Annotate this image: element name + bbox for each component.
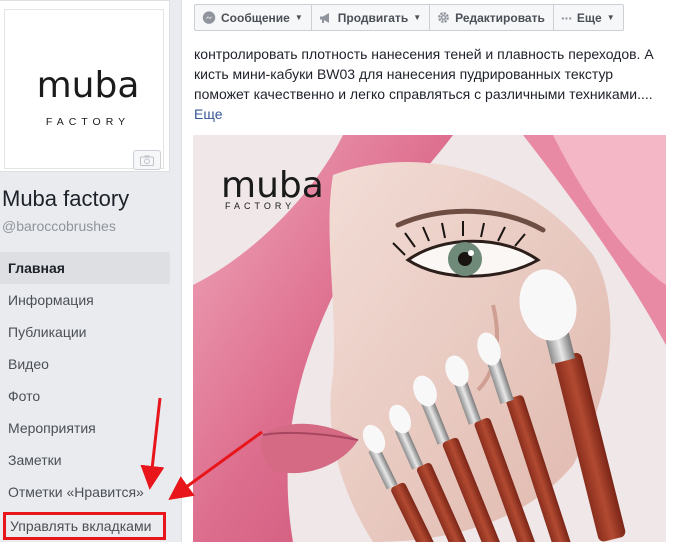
chevron-down-icon: ▼ <box>413 13 422 22</box>
nav-item-photos[interactable]: Фото <box>0 380 170 412</box>
gear-icon <box>437 11 450 24</box>
nav-item-notes[interactable]: Заметки <box>0 444 170 476</box>
nav-item-posts[interactable]: Публикации <box>0 316 170 348</box>
message-button[interactable]: Сообщение ▼ <box>194 4 312 31</box>
page-title[interactable]: Muba factory <box>2 186 129 212</box>
nav-item-home[interactable]: Главная <box>0 252 170 284</box>
edit-page-button-label: Редактировать <box>455 10 545 25</box>
post-text-line: поможет качественно и легко справляться … <box>194 86 653 102</box>
camera-icon[interactable] <box>133 150 161 170</box>
post-body: контролировать плотность нанесения теней… <box>194 44 670 124</box>
page-navigation: Главная Информация Публикации Видео Фото… <box>0 252 170 508</box>
profile-logo-wordmark: muba <box>36 65 140 106</box>
see-more-link[interactable]: Еще <box>194 104 670 124</box>
post-text-line: контролировать плотность нанесения теней… <box>194 46 654 62</box>
chevron-down-icon: ▼ <box>606 13 615 22</box>
page-action-toolbar: Сообщение ▼ Продвигать ▼ Редактировать ·… <box>194 4 624 31</box>
more-button[interactable]: ··· Еще ▼ <box>552 4 624 31</box>
messenger-icon <box>202 10 216 25</box>
left-column: muba FACTORY Muba factory @baroccobrushe… <box>0 0 176 542</box>
page-username[interactable]: @baroccobrushes <box>2 218 116 234</box>
photo-logo-wordmark: muba <box>221 165 324 206</box>
edit-page-button[interactable]: Редактировать <box>429 4 554 31</box>
message-button-label: Сообщение <box>221 10 290 25</box>
chevron-down-icon: ▼ <box>294 13 303 22</box>
photo-logo-subtitle: FACTORY <box>225 201 296 211</box>
nav-item-events[interactable]: Мероприятия <box>0 412 170 444</box>
post-text-line: кисть мини-кабуки BW03 для нанесения пуд… <box>194 66 614 82</box>
promote-button[interactable]: Продвигать ▼ <box>310 4 431 31</box>
promote-button-label: Продвигать <box>337 10 409 25</box>
nav-item-about[interactable]: Информация <box>0 284 170 316</box>
nav-item-videos[interactable]: Видео <box>0 348 170 380</box>
manage-tabs-link[interactable]: Управлять вкладками <box>3 512 166 540</box>
profile-picture-frame: muba FACTORY <box>0 0 170 172</box>
profile-logo-subtitle: FACTORY <box>45 116 131 128</box>
megaphone-icon <box>319 12 333 24</box>
post-photo[interactable]: muba FACTORY <box>193 135 666 542</box>
nav-item-likes[interactable]: Отметки «Нравится» <box>0 476 170 508</box>
more-button-label: Еще <box>576 10 602 25</box>
ellipsis-icon: ··· <box>560 9 573 26</box>
profile-picture[interactable]: muba FACTORY <box>4 9 164 170</box>
